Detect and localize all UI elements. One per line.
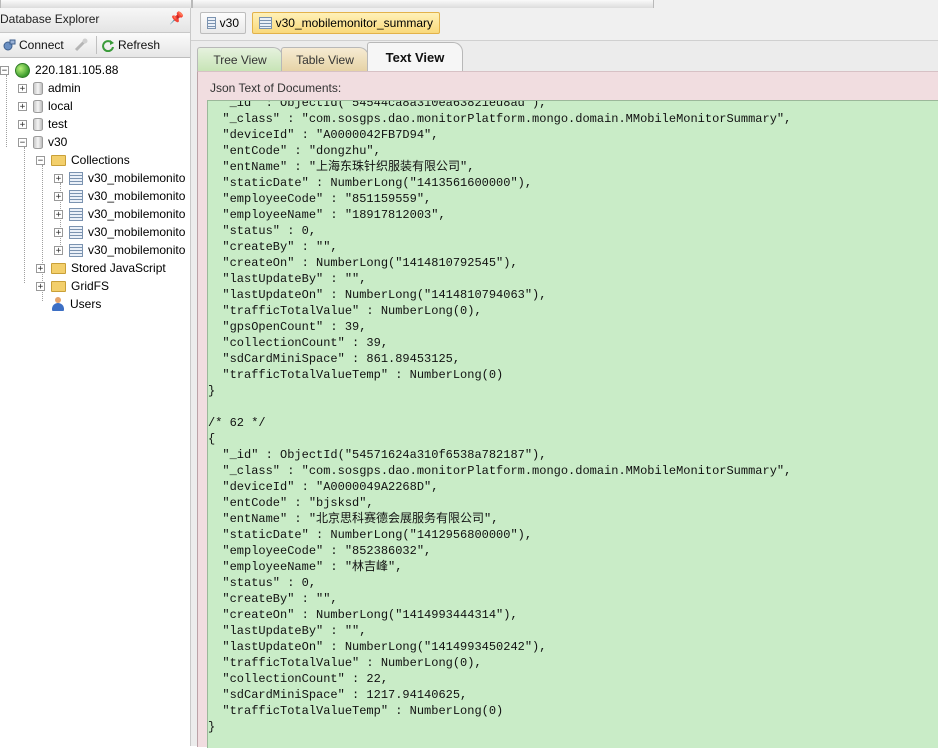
expand-icon[interactable]: +: [54, 173, 63, 183]
toolbar-separator: [96, 36, 97, 54]
expand-icon[interactable]: +: [18, 83, 27, 93]
top-toolbar-strip: [0, 0, 938, 9]
tree-node-collection[interactable]: + v30_mobilemonito: [54, 223, 185, 241]
tree-guide-line: [24, 147, 25, 283]
explorer-title-bar: Database Explorer 📌: [0, 8, 190, 33]
database-icon: [33, 81, 43, 95]
tree-node-db-local[interactable]: + local: [18, 97, 73, 115]
users-label: Users: [70, 297, 102, 311]
gridfs-label: GridFS: [71, 279, 110, 293]
explorer-toolbar: Connect Refresh: [0, 33, 190, 58]
stored-js-label: Stored JavaScript: [71, 261, 166, 275]
collection-label: v30_mobilemonito: [88, 243, 186, 257]
document-area: v30 v30_mobilemonitor_summary Tree View …: [191, 8, 938, 748]
tree-guide-line: [6, 75, 7, 147]
tree-node-db-admin[interactable]: + admin: [18, 79, 81, 97]
tree-node-gridfs[interactable]: + GridFS: [36, 277, 109, 295]
tree-node-db-v30[interactable]: − v30: [18, 133, 67, 151]
disconnect-icon[interactable]: [74, 38, 88, 55]
db-label: test: [48, 117, 68, 131]
tab-text-view[interactable]: Text View: [367, 42, 463, 71]
explorer-title: Database Explorer: [0, 12, 100, 26]
expand-icon[interactable]: +: [36, 281, 45, 291]
db-label: v30: [48, 135, 68, 149]
doc-tab-v30-mobilemonitor-summary[interactable]: v30_mobilemonitor_summary: [252, 12, 440, 34]
tab-table-view[interactable]: Table View: [281, 47, 369, 71]
collapse-icon[interactable]: −: [36, 155, 45, 165]
refresh-icon: [101, 38, 115, 52]
server-icon: [15, 62, 30, 78]
view-tab-bar: Tree View Table View Text View: [191, 41, 938, 71]
user-icon: [51, 297, 65, 311]
collection-icon: [69, 243, 83, 257]
json-text-label: Json Text of Documents:: [210, 81, 342, 95]
folder-icon: [51, 154, 66, 166]
collection-icon: [69, 207, 83, 221]
database-icon: [33, 117, 43, 131]
expand-icon[interactable]: +: [54, 245, 63, 255]
collection-icon: [259, 17, 272, 29]
tab-label: Tree View: [213, 52, 267, 67]
refresh-button[interactable]: Refresh: [101, 35, 160, 55]
database-icon: [33, 135, 43, 149]
tree-node-users[interactable]: Users: [51, 295, 101, 313]
text-view-panel: Json Text of Documents: "_id" : ObjectId…: [197, 71, 938, 748]
collection-icon: [69, 171, 83, 185]
db-label: local: [48, 99, 73, 113]
doc-tab-label: v30_mobilemonitor_summary: [275, 16, 433, 30]
tree-node-collection[interactable]: + v30_mobilemonito: [54, 187, 185, 205]
collapse-icon[interactable]: −: [0, 65, 9, 75]
server-label: 220.181.105.88: [35, 63, 119, 77]
tab-tree-view[interactable]: Tree View: [197, 47, 283, 71]
tree-node-collection[interactable]: + v30_mobilemonito: [54, 169, 185, 187]
collapse-icon[interactable]: −: [18, 137, 27, 147]
json-document-text[interactable]: "_id" : ObjectId("54544ca8a310ea63821ed8…: [208, 101, 791, 735]
refresh-label: Refresh: [118, 38, 161, 52]
collection-label: v30_mobilemonito: [88, 189, 186, 203]
tree-node-db-test[interactable]: + test: [18, 115, 67, 133]
expand-icon[interactable]: +: [36, 263, 45, 273]
folder-icon: [51, 262, 66, 274]
expand-icon[interactable]: +: [18, 101, 27, 111]
connect-icon: [2, 38, 16, 52]
pin-icon[interactable]: 📌: [169, 11, 184, 25]
expand-icon[interactable]: +: [54, 227, 63, 237]
collection-label: v30_mobilemonito: [88, 171, 186, 185]
expand-icon[interactable]: +: [54, 209, 63, 219]
tree-node-collection[interactable]: + v30_mobilemonito: [54, 205, 185, 223]
db-label: admin: [48, 81, 81, 95]
tree-node-collection[interactable]: + v30_mobilemonito: [54, 241, 185, 259]
collection-icon: [69, 225, 83, 239]
tab-label: Table View: [296, 52, 354, 67]
connect-button[interactable]: Connect: [2, 35, 64, 55]
collection-icon: [207, 17, 216, 29]
collection-label: v30_mobilemonito: [88, 225, 186, 239]
tree-node-server[interactable]: − 220.181.105.88: [0, 61, 118, 79]
doc-tab-v30[interactable]: v30: [200, 12, 246, 34]
collections-label: Collections: [71, 153, 130, 167]
expand-icon[interactable]: +: [18, 119, 27, 129]
doc-tab-label: v30: [219, 16, 239, 30]
tree-node-collections[interactable]: − Collections: [36, 151, 130, 169]
tree-node-stored-javascript[interactable]: + Stored JavaScript: [36, 259, 166, 277]
json-text-area[interactable]: "_id" : ObjectId("54544ca8a310ea63821ed8…: [207, 100, 938, 748]
folder-icon: [51, 280, 66, 292]
tab-label: Text View: [385, 49, 445, 65]
document-tab-bar: v30 v30_mobilemonitor_summary: [191, 8, 938, 41]
connect-label: Connect: [19, 38, 64, 52]
database-explorer-panel: Database Explorer 📌 Connect Refresh − 22…: [0, 8, 191, 746]
expand-icon[interactable]: +: [54, 191, 63, 201]
database-icon: [33, 99, 43, 113]
collection-icon: [69, 189, 83, 203]
collection-label: v30_mobilemonito: [88, 207, 186, 221]
